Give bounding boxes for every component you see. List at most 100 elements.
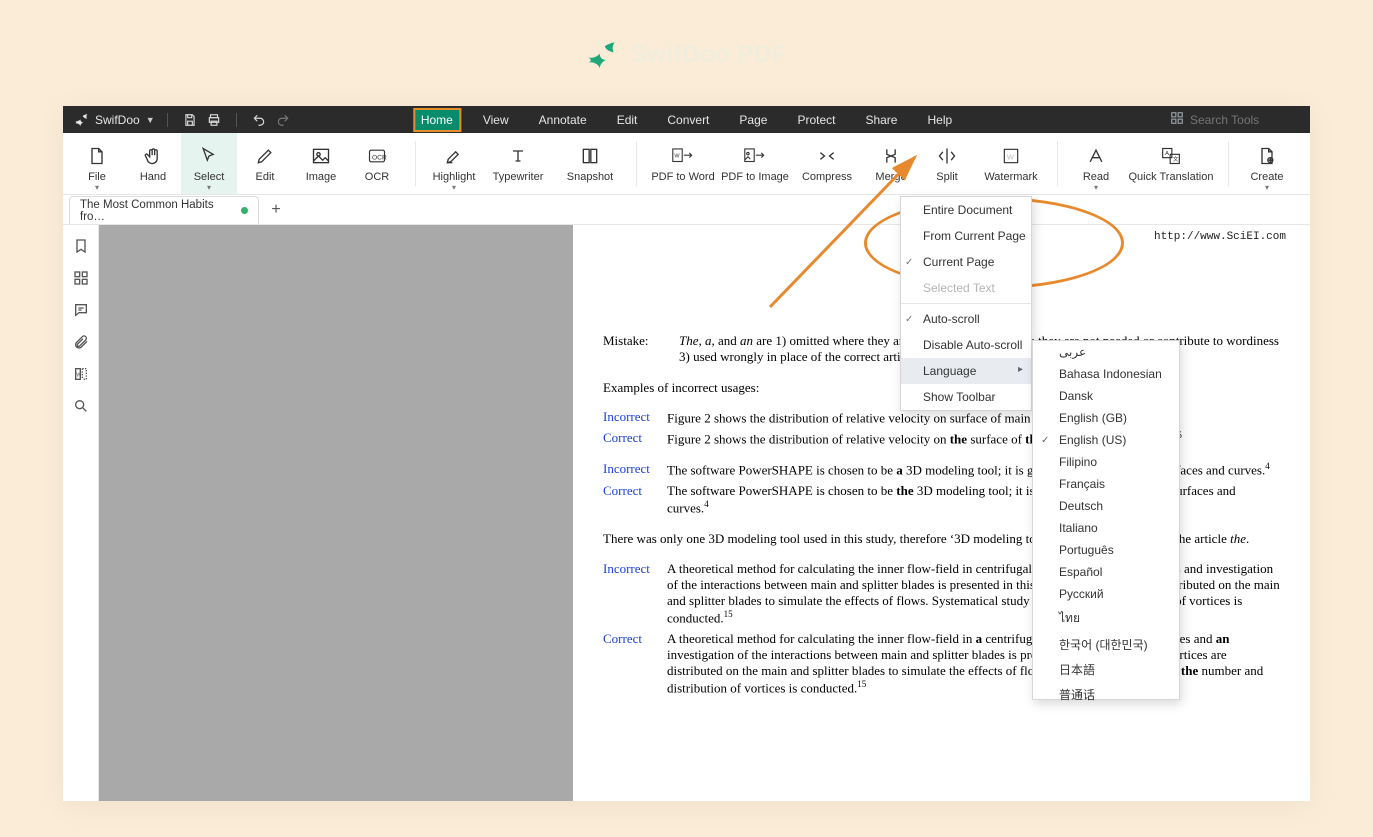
- ribbon-image-button[interactable]: Image: [293, 133, 349, 194]
- ribbon-watermark-button[interactable]: WWatermark: [975, 133, 1047, 194]
- apps-icon[interactable]: [1170, 111, 1184, 128]
- undo-icon[interactable]: [249, 110, 269, 130]
- menu-tab-share[interactable]: Share: [857, 108, 905, 132]
- chevron-down-icon: ▾: [1094, 183, 1098, 192]
- read-dropdown-menu[interactable]: Entire DocumentFrom Current Page✓Current…: [900, 196, 1032, 411]
- split-icon: [937, 145, 957, 167]
- pair3-incorrect: A theoretical method for calculating the…: [667, 561, 1280, 626]
- read-menu-item[interactable]: Show Toolbar: [901, 384, 1031, 410]
- language-option[interactable]: 日本語: [1033, 657, 1179, 682]
- chevron-down-icon: ▾: [452, 183, 456, 192]
- label-correct: Correct: [603, 430, 667, 447]
- document-tab[interactable]: The Most Common Habits fro…: [69, 196, 259, 224]
- ribbon-file-button[interactable]: File▾: [69, 133, 125, 194]
- language-option[interactable]: عربى: [1033, 341, 1179, 363]
- gray-workspace-area: [99, 225, 573, 801]
- language-option[interactable]: ✓English (US): [1033, 429, 1179, 451]
- redo-icon[interactable]: [273, 110, 293, 130]
- title-bar: SwifDoo ▼ Home View Annotate Edit Convert Pag…: [63, 106, 1310, 133]
- language-option[interactable]: Русский: [1033, 583, 1179, 605]
- language-option[interactable]: Dansk: [1033, 385, 1179, 407]
- app-name[interactable]: SwifDoo: [95, 113, 140, 127]
- image-icon: [311, 145, 331, 167]
- menu-tab-view[interactable]: View: [475, 108, 517, 132]
- language-option[interactable]: English (GB): [1033, 407, 1179, 429]
- save-icon[interactable]: [180, 110, 200, 130]
- ribbon-highlight-button[interactable]: Highlight▾: [426, 133, 482, 194]
- menu-tab-protect[interactable]: Protect: [789, 108, 843, 132]
- language-option[interactable]: Bahasa Indonesian: [1033, 363, 1179, 385]
- ribbon-merge-button[interactable]: Merge: [863, 133, 919, 194]
- read-menu-item: Selected Text: [901, 275, 1031, 301]
- ribbon-edit-button[interactable]: Edit: [237, 133, 293, 194]
- language-option[interactable]: Português: [1033, 539, 1179, 561]
- ribbon-read-button[interactable]: Read▾: [1068, 133, 1124, 194]
- language-option[interactable]: Filipino: [1033, 451, 1179, 473]
- brand-title: SwifDoo PDF: [631, 41, 787, 68]
- create-icon: [1257, 145, 1277, 167]
- swifdoo-logo-bird-icon: [586, 40, 616, 70]
- label-incorrect: Incorrect: [603, 409, 667, 426]
- search-tools-input[interactable]: [1190, 113, 1300, 127]
- bookmark-icon[interactable]: [72, 237, 90, 255]
- chevron-down-icon: ▾: [95, 183, 99, 192]
- read-menu-item[interactable]: Entire Document: [901, 197, 1031, 223]
- comments-icon[interactable]: [72, 301, 90, 319]
- ribbon-compress-button[interactable]: Compress: [791, 133, 863, 194]
- document-tab-title: The Most Common Habits fro…: [80, 199, 233, 223]
- app-dropdown-caret-icon[interactable]: ▼: [144, 115, 155, 125]
- menu-tab-page[interactable]: Page: [731, 108, 775, 132]
- svg-text:W: W: [76, 373, 82, 379]
- ribbon-select-button[interactable]: Select▾: [181, 133, 237, 194]
- brand-area: SwifDoo PDF: [0, 40, 1373, 70]
- read-menu-item[interactable]: ✓Current Page: [901, 249, 1031, 275]
- ribbon-snapshot-button[interactable]: Snapshot: [554, 133, 626, 194]
- ocr-icon: OCR: [367, 145, 387, 167]
- menu-tab-annotate[interactable]: Annotate: [531, 108, 595, 132]
- language-option[interactable]: Français: [1033, 473, 1179, 495]
- ribbon-toolbar: File▾HandSelect▾EditImageOCROCR Highlight…: [63, 133, 1310, 195]
- pair2-incorrect: The software PowerSHAPE is chosen to be …: [667, 461, 1280, 478]
- language-option[interactable]: ไทย: [1033, 605, 1179, 632]
- language-submenu[interactable]: عربىBahasa IndonesianDanskEnglish (GB)✓E…: [1032, 340, 1180, 700]
- ribbon-ocr-button[interactable]: OCROCR: [349, 133, 405, 194]
- ribbon-qtrans-button[interactable]: A文Quick Translation: [1124, 133, 1218, 194]
- document-tab-strip: The Most Common Habits fro… +: [63, 195, 1310, 225]
- search-icon[interactable]: [72, 397, 90, 415]
- menu-tab-edit[interactable]: Edit: [609, 108, 646, 132]
- language-option[interactable]: Español: [1033, 561, 1179, 583]
- ribbon-pdf2word-button[interactable]: WPDF to Word: [647, 133, 719, 194]
- ribbon-typewriter-button[interactable]: Typewriter: [482, 133, 554, 194]
- compare-icon[interactable]: W: [72, 365, 90, 383]
- add-tab-button[interactable]: +: [265, 199, 287, 221]
- check-icon: ✓: [1041, 435, 1049, 446]
- read-menu-item[interactable]: From Current Page: [901, 223, 1031, 249]
- read-menu-item[interactable]: Disable Auto-scroll: [901, 332, 1031, 358]
- svg-text:W: W: [1007, 152, 1015, 161]
- language-option[interactable]: 普通话: [1033, 682, 1179, 707]
- pair1-incorrect: Figure 2 shows the distribution of relat…: [667, 409, 1280, 426]
- main-menu-tabs: Home View Annotate Edit Convert Page Protect Sh…: [413, 106, 960, 133]
- chevron-right-icon: ▸: [1018, 364, 1023, 375]
- ribbon-pdf2img-button[interactable]: PDF to Image: [719, 133, 791, 194]
- thumbnails-icon[interactable]: [72, 269, 90, 287]
- ribbon-create-button[interactable]: Create▾: [1239, 133, 1295, 194]
- read-menu-item[interactable]: Language▸: [901, 358, 1031, 384]
- chevron-down-icon: ▾: [1265, 183, 1269, 192]
- svg-text:文: 文: [1173, 155, 1179, 163]
- ribbon-hand-button[interactable]: Hand: [125, 133, 181, 194]
- menu-tab-home[interactable]: Home: [413, 108, 461, 132]
- pdf2word-icon: W: [672, 145, 694, 167]
- svg-text:W: W: [674, 153, 680, 159]
- read-menu-item[interactable]: ✓Auto-scroll: [901, 306, 1031, 332]
- menu-tab-help[interactable]: Help: [919, 108, 960, 132]
- language-option[interactable]: Deutsch: [1033, 495, 1179, 517]
- menu-tab-convert[interactable]: Convert: [659, 108, 717, 132]
- language-option[interactable]: Italiano: [1033, 517, 1179, 539]
- attachments-icon[interactable]: [72, 333, 90, 351]
- print-icon[interactable]: [204, 110, 224, 130]
- svg-text:A: A: [1165, 151, 1169, 157]
- ribbon-split-button[interactable]: Split: [919, 133, 975, 194]
- language-option[interactable]: 한국어 (대한민국): [1033, 632, 1179, 657]
- read-icon: [1086, 145, 1106, 167]
